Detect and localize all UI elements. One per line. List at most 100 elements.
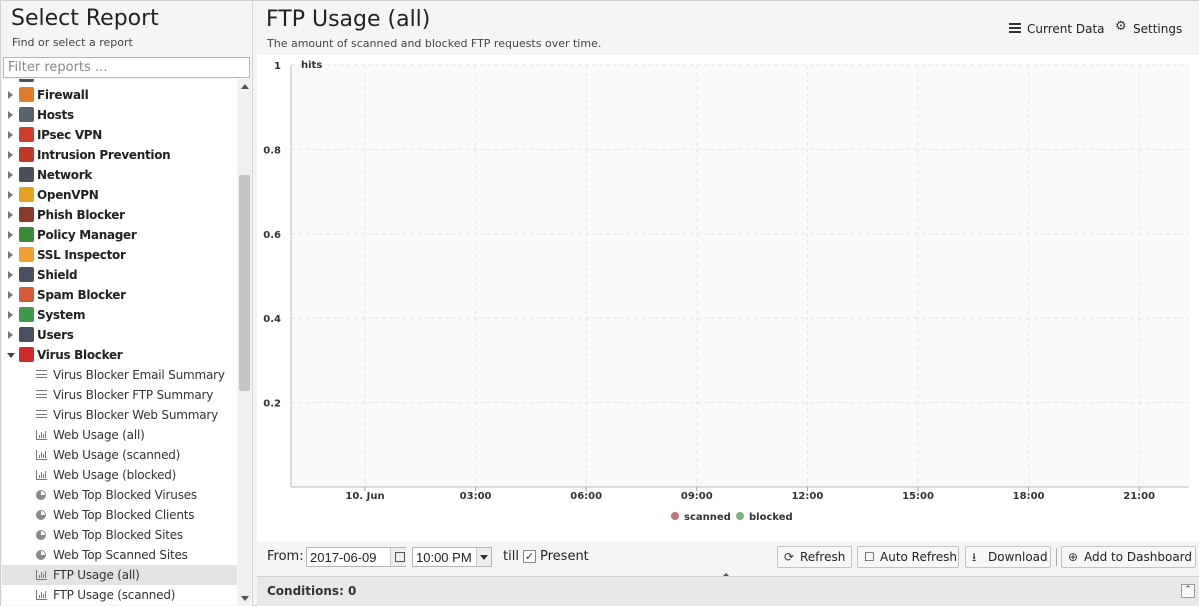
tree-group-phish-blocker[interactable]: Phish Blocker	[2, 205, 237, 225]
refresh-label: Refresh	[800, 550, 846, 564]
report-selector-header: Select Report Find or select a report	[1, 1, 253, 55]
tree-group-label: SSL Inspector	[37, 248, 126, 262]
refresh-button[interactable]: ⟳ Refresh	[777, 546, 852, 568]
expand-arrow-icon[interactable]	[8, 291, 13, 299]
expand-arrow-icon[interactable]	[8, 151, 13, 159]
chart-canvas: 0.2 0.4 0.6 0.8 1 10. Jun 03:00 06:00 09:00 12:00…	[263, 60, 1189, 523]
tree-group-spam-blocker[interactable]: Spam Blocker	[2, 285, 237, 305]
scroll-down-arrow-icon[interactable]	[241, 596, 249, 601]
tree-report-label: Web Usage (blocked)	[53, 468, 177, 482]
tree-report-item[interactable]: Web Usage (blocked)	[2, 465, 237, 485]
expand-arrow-icon[interactable]	[8, 211, 13, 219]
tree-report-label: Web Top Blocked Viruses	[53, 488, 197, 502]
present-checkbox[interactable]: ✓	[523, 550, 536, 563]
tree-group-label: System	[37, 308, 86, 322]
tree-report-label: Virus Blocker Web Summary	[53, 408, 219, 422]
bar-chart-icon	[36, 450, 47, 460]
expand-arrow-icon[interactable]	[8, 191, 13, 199]
download-button[interactable]: ⭳ Download	[965, 546, 1051, 568]
add-to-dashboard-label: Add to Dashboard	[1084, 550, 1193, 564]
tree-report-item[interactable]: Web Top Scanned Sites	[2, 545, 237, 565]
tree-group-label: Shield	[37, 268, 78, 282]
bar-chart-icon	[36, 570, 47, 580]
tree-report-label: Virus Blocker Email Summary	[53, 368, 225, 382]
tree-report-item[interactable]: Web Top Blocked Clients	[2, 505, 237, 525]
expand-arrow-icon[interactable]	[8, 271, 13, 279]
tree-report-item[interactable]: Web Usage (scanned)	[2, 445, 237, 465]
expand-arrow-icon[interactable]	[8, 131, 13, 139]
expand-arrow-icon[interactable]	[8, 231, 13, 239]
legend-marker-blocked	[736, 512, 744, 520]
text-report-icon	[36, 390, 47, 400]
tree-report-item[interactable]: FTP Usage (scanned)	[2, 585, 237, 605]
settings-label: Settings	[1133, 22, 1183, 36]
filter-reports-input[interactable]	[3, 57, 250, 78]
report-selector-panel: Select Report Find or select a report Fi…	[1, 1, 253, 606]
reports-app: Select Report Find or select a report Fi…	[0, 0, 1199, 606]
tree-group-virus-blocker[interactable]: Virus Blocker	[2, 345, 237, 365]
plus-circle-icon: ⊕	[1068, 550, 1079, 564]
tree-report-item[interactable]: Virus Blocker Web Summary	[2, 405, 237, 425]
tree-group-intrusion-prevention[interactable]: Intrusion Prevention	[2, 145, 237, 165]
current-data-button[interactable]: Current Data	[1009, 21, 1105, 37]
tree-group-network[interactable]: Network	[2, 165, 237, 185]
x-tick-label: 10. Jun	[345, 491, 384, 502]
add-to-dashboard-button[interactable]: ⊕ Add to Dashboard	[1061, 546, 1196, 568]
tree-group-label: Policy Manager	[37, 228, 137, 242]
tree-group-label: Spam Blocker	[37, 288, 126, 302]
gear-icon	[1115, 19, 1127, 35]
tree-group-ipsec-vpn[interactable]: IPsec VPN	[2, 125, 237, 145]
bar-chart-icon	[36, 430, 47, 440]
expand-arrow-icon[interactable]	[8, 251, 13, 259]
tree-report-item[interactable]: Web Top Blocked Sites	[2, 525, 237, 545]
expand-arrow-icon[interactable]	[8, 171, 13, 179]
users-icon	[19, 327, 34, 342]
text-report-icon	[36, 370, 47, 380]
tree-report-item[interactable]: FTP Usage (all)	[2, 565, 237, 585]
tree-group-openvpn[interactable]: OpenVPN	[2, 185, 237, 205]
current-data-label: Current Data	[1027, 22, 1105, 36]
expand-arrow-icon[interactable]	[8, 311, 13, 319]
x-tick-label: 15:00	[902, 491, 934, 502]
tree-group-users[interactable]: Users	[2, 325, 237, 345]
x-tick-label: 09:00	[681, 491, 713, 502]
expand-arrow-icon[interactable]	[8, 331, 13, 339]
expand-arrow-icon[interactable]	[8, 111, 13, 119]
pie-chart-icon	[36, 490, 46, 500]
tree-group-policy-manager[interactable]: Policy Manager	[2, 225, 237, 245]
pie-chart-icon	[36, 510, 46, 520]
virus-blocker-icon	[19, 347, 34, 362]
settings-button[interactable]: Settings	[1115, 19, 1183, 37]
tree-group-label: Firewall	[37, 88, 89, 102]
present-label: Present	[540, 549, 589, 564]
tree-report-item[interactable]: Virus Blocker Email Summary	[2, 365, 237, 385]
tree-report-item[interactable]: Web Usage (all)	[2, 425, 237, 445]
conditions-bar[interactable]: Conditions: 0 ⌃	[257, 576, 1199, 606]
tree-group-hosts[interactable]: Hosts	[2, 105, 237, 125]
tree-group-label: IPsec VPN	[37, 128, 103, 142]
tree-group-shield[interactable]: Shield	[2, 265, 237, 285]
scroll-up-arrow-icon[interactable]	[241, 84, 249, 89]
chevron-down-icon[interactable]	[476, 548, 491, 566]
tree-report-item[interactable]: Web Top Blocked Viruses	[2, 485, 237, 505]
tree-report-item[interactable]: Virus Blocker FTP Summary	[2, 385, 237, 405]
tree-scrollbar[interactable]	[238, 79, 251, 605]
expand-conditions-icon[interactable]: ⌃	[1181, 584, 1195, 598]
expand-arrow-icon[interactable]	[8, 91, 13, 99]
tree-report-label: Web Top Scanned Sites	[53, 548, 188, 562]
network-icon	[19, 167, 34, 182]
time-range-toolbar: From: till ✓ Present ⟳ Refresh ☐ Auto Refr…	[257, 541, 1199, 573]
scroll-thumb[interactable]	[239, 175, 250, 391]
x-tick-label: 06:00	[570, 491, 602, 502]
ftp-usage-chart: 0.2 0.4 0.6 0.8 1 10. Jun 03:00 06:00 09:00 12:00…	[257, 55, 1199, 541]
calendar-icon[interactable]	[390, 548, 406, 566]
tree-report-label: Virus Blocker FTP Summary	[53, 388, 214, 402]
collapse-arrow-icon[interactable]	[7, 353, 15, 358]
panel-subtitle: Find or select a report	[12, 36, 133, 49]
tree-group-firewall[interactable]: Firewall	[2, 85, 237, 105]
tree-group-label: Network	[37, 168, 93, 182]
report-group-icon	[19, 79, 34, 82]
tree-group-ssl-inspector[interactable]: SSL Inspector	[2, 245, 237, 265]
tree-group-system[interactable]: System	[2, 305, 237, 325]
auto-refresh-button[interactable]: ☐ Auto Refresh	[857, 546, 959, 568]
